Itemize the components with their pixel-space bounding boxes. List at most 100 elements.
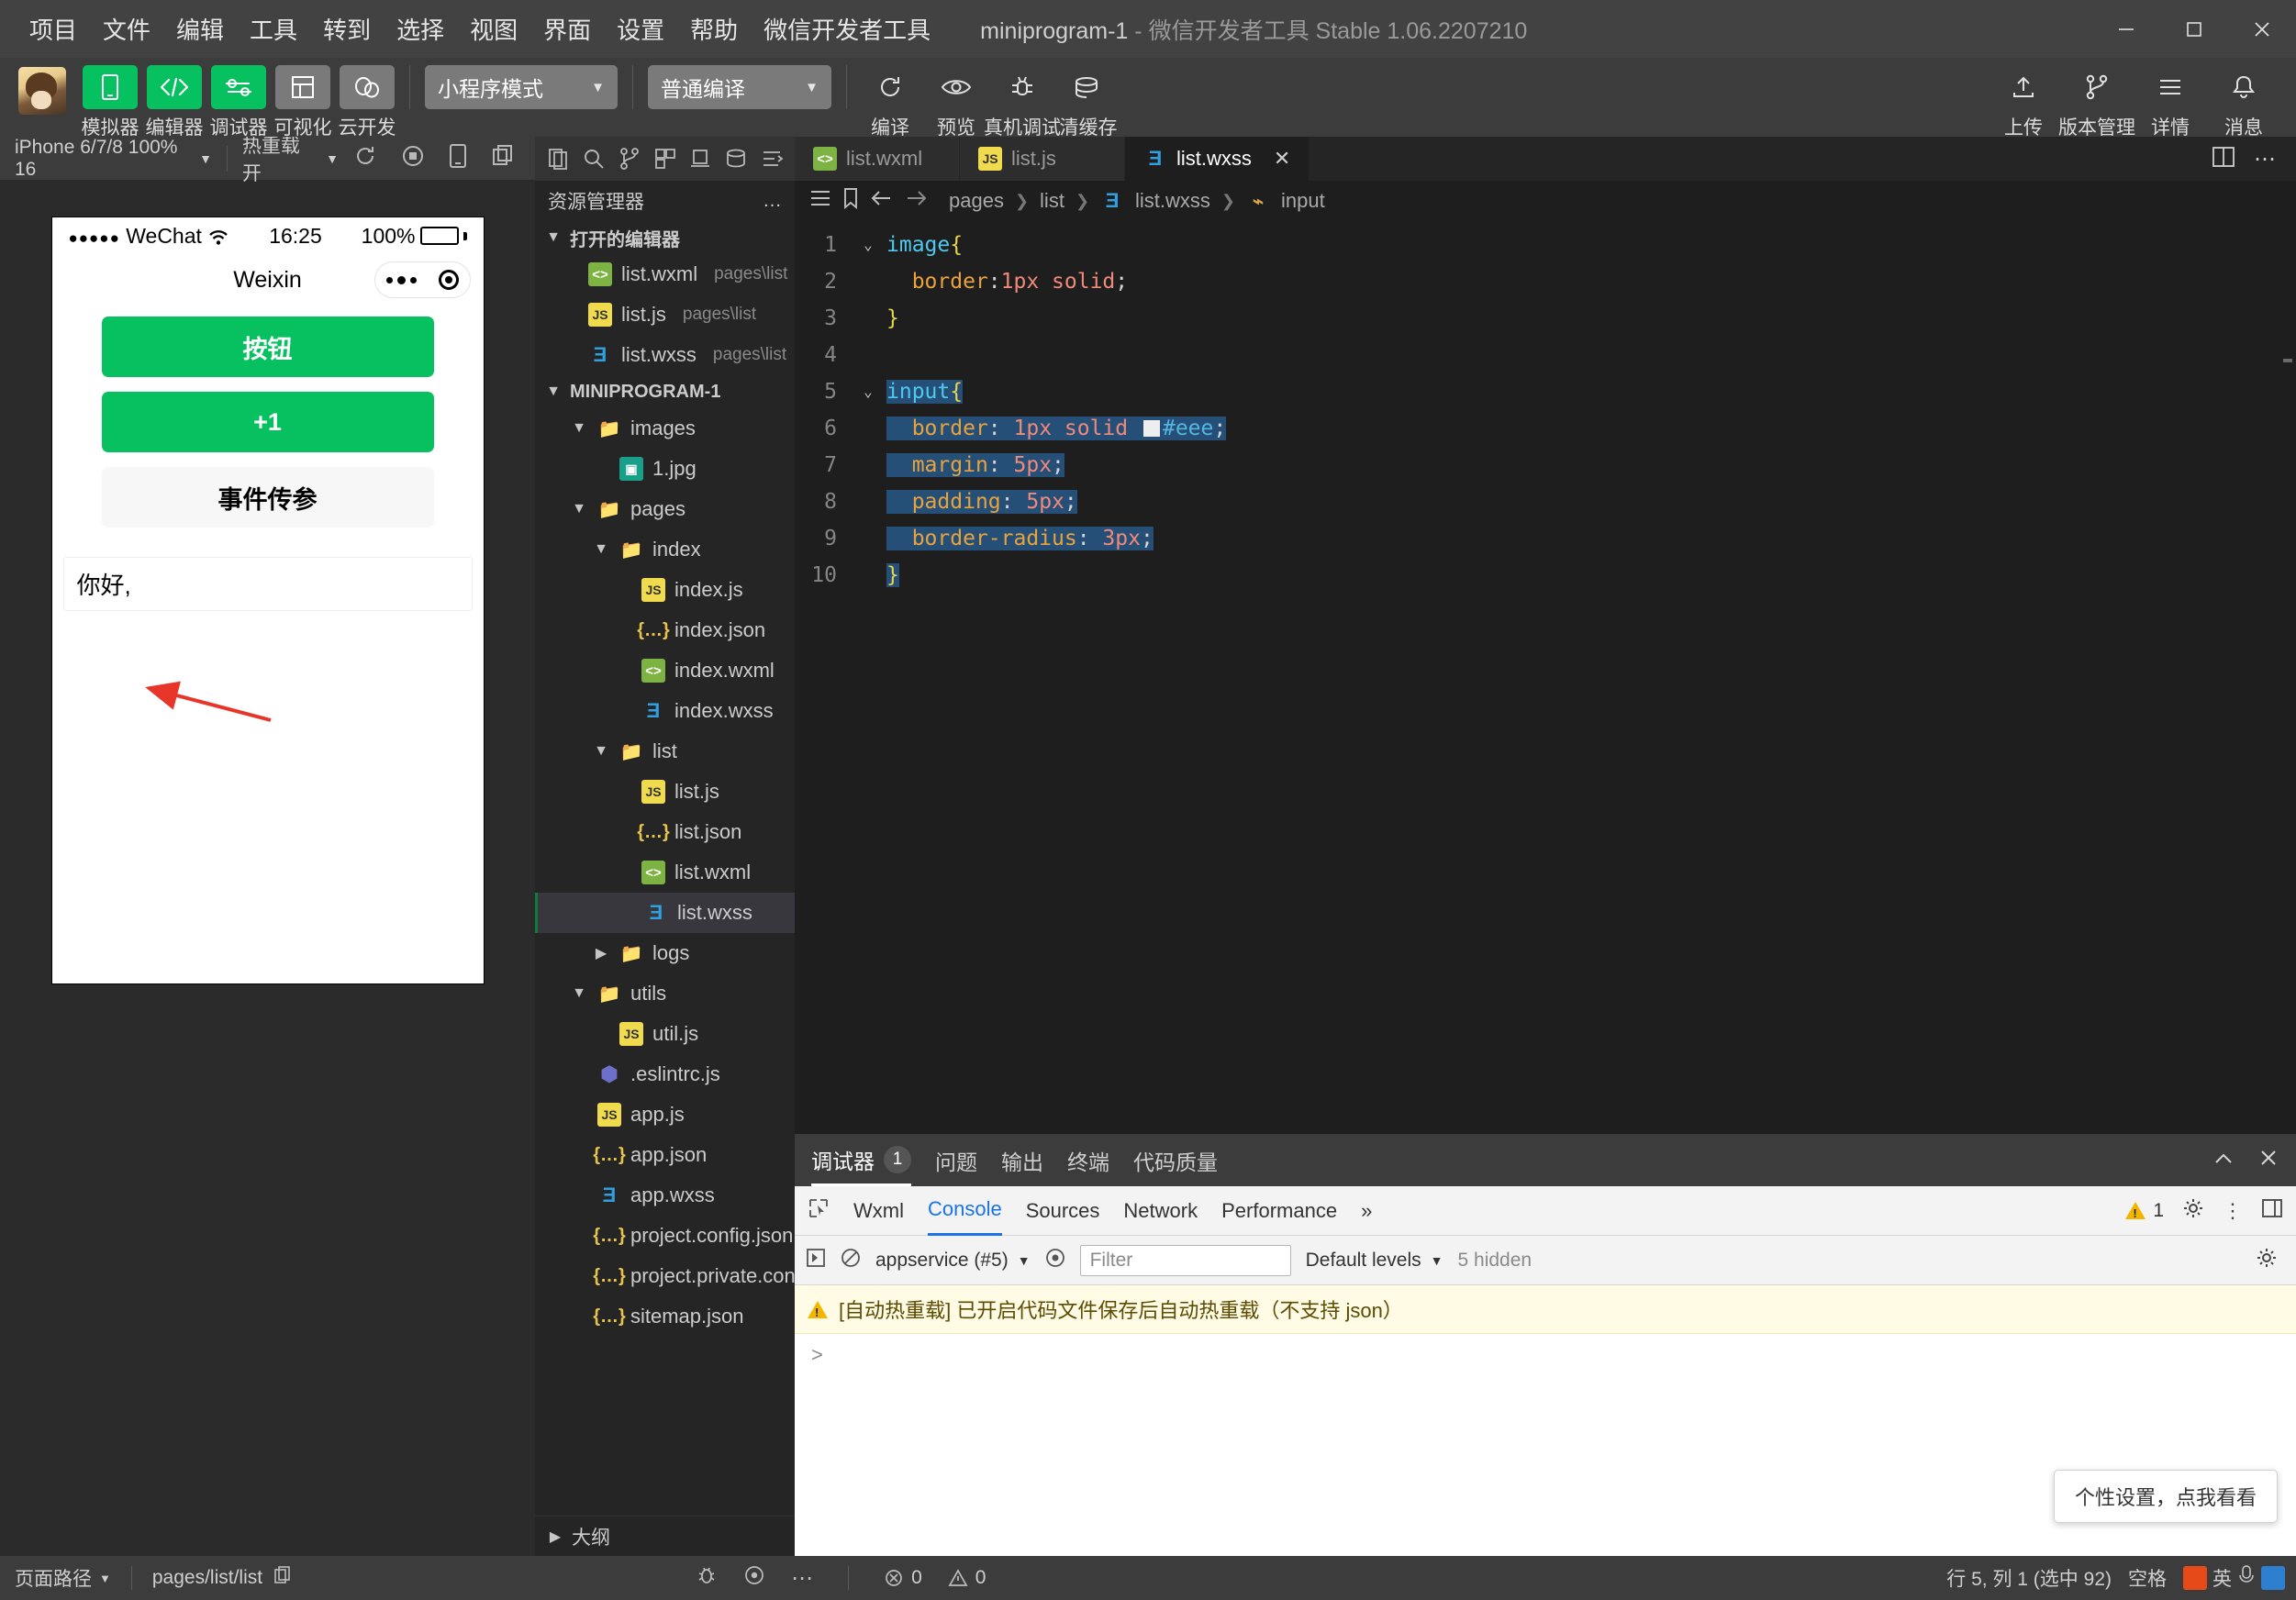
capsule-menu[interactable]: [373, 261, 471, 298]
code-line[interactable]: 7 margin: 5px;: [795, 447, 2296, 483]
eye-icon[interactable]: [1045, 1248, 1065, 1273]
tree-item-pages[interactable]: ▼ 📁 pages: [535, 489, 795, 529]
panel-tab-problems[interactable]: 问题: [935, 1135, 977, 1186]
chevron-up-icon[interactable]: [2212, 1149, 2235, 1173]
split-editor-icon[interactable]: [2212, 146, 2235, 172]
tree-item-project.private.config.json[interactable]: {…}project.private.config.json: [535, 1256, 795, 1296]
breadcrumb-file[interactable]: list.wxss: [1135, 189, 1210, 213]
menu-item-file[interactable]: 文件: [90, 6, 163, 51]
source-control-icon[interactable]: [613, 140, 645, 177]
devtools-tab-performance[interactable]: Performance: [1221, 1186, 1337, 1236]
ime-indicator[interactable]: 英: [2183, 1564, 2285, 1592]
extensions-icon[interactable]: [649, 140, 681, 177]
device-selector[interactable]: iPhone 6/7/8 100% 16 ▼: [0, 137, 227, 181]
console-filter-input[interactable]: Filter: [1079, 1244, 1291, 1276]
record-stop-icon[interactable]: [401, 144, 425, 173]
code-line[interactable]: 3}: [795, 300, 2296, 337]
code-line[interactable]: 9 border-radius: 3px;: [795, 520, 2296, 557]
tab-list-js[interactable]: JS list.js: [960, 137, 1125, 181]
explorer-more-icon[interactable]: …: [763, 190, 782, 212]
devtools-tab-overflow[interactable]: »: [1361, 1186, 1372, 1236]
panel-tab-terminal[interactable]: 终端: [1067, 1135, 1109, 1186]
menu-item-edit[interactable]: 编辑: [163, 6, 237, 51]
breadcrumb-list[interactable]: list: [1040, 189, 1064, 213]
tree-item-list[interactable]: ▼ 📁 list: [535, 731, 795, 772]
menu-item-settings[interactable]: 设置: [604, 6, 677, 51]
code-line[interactable]: 2 border:1px solid;: [795, 263, 2296, 300]
editor-button[interactable]: 编辑器: [146, 65, 204, 139]
scrollbar-marker[interactable]: [2283, 359, 2292, 362]
keyboard-icon[interactable]: [2261, 1566, 2285, 1590]
format-icon[interactable]: [755, 140, 787, 177]
wx-input-field[interactable]: 你好,: [62, 557, 473, 611]
more-actions-icon[interactable]: ⋯: [2254, 146, 2276, 172]
mic-icon[interactable]: [2237, 1564, 2256, 1592]
tree-item-1.jpg[interactable]: ▣ 1.jpg: [535, 449, 795, 489]
tree-item-index.wxss[interactable]: Ǝindex.wxss: [535, 691, 795, 731]
rotate-icon[interactable]: [353, 144, 377, 173]
tree-item-images[interactable]: ▼ 📁 images: [535, 408, 795, 449]
tree-item-logs[interactable]: ▶ 📁 logs: [535, 933, 795, 973]
open-editor-list-wxml[interactable]: <> list.wxml pages\list: [535, 254, 795, 294]
version-control-button[interactable]: 版本管理: [2058, 65, 2135, 139]
tree-item-index.wxml[interactable]: <> index.wxml: [535, 650, 795, 691]
more-dots-icon[interactable]: [385, 275, 417, 284]
close-tab-icon[interactable]: ✕: [1274, 147, 1290, 171]
close-target-icon[interactable]: [438, 270, 459, 290]
tab-list-wxss[interactable]: Ǝ list.wxss ✕: [1125, 137, 1310, 181]
cursor-position[interactable]: 行 5, 列 1 (选中 92): [1946, 1564, 2112, 1592]
devtools-tab-console[interactable]: Console: [927, 1186, 1002, 1236]
error-count[interactable]: 0: [884, 1567, 922, 1589]
tree-item-project.config.json[interactable]: {…} project.config.json: [535, 1216, 795, 1256]
messages-button[interactable]: 消息: [2215, 65, 2272, 139]
encoding-indicator[interactable]: 空格: [2128, 1564, 2167, 1592]
open-editor-list-wxss[interactable]: Ǝ list.wxss pages\list: [535, 335, 795, 375]
tree-item-.eslintrc.js[interactable]: ⬢ .eslintrc.js: [535, 1054, 795, 1094]
compile-select[interactable]: 普通编译 ▼: [648, 65, 831, 109]
code-editor[interactable]: 1 ⌄ image{2 border:1px solid; 3} 4 5 ⌄ input{6 …: [795, 221, 2296, 1134]
device-icon[interactable]: [449, 143, 467, 174]
warning-count[interactable]: 0: [948, 1567, 986, 1589]
code-line[interactable]: 6 border: 1px solid #eee;: [795, 410, 2296, 447]
cloud-db-icon[interactable]: [720, 140, 752, 177]
panel-tab-debugger[interactable]: 调试器 1: [811, 1135, 911, 1186]
code-line[interactable]: 8 padding: 5px;: [795, 483, 2296, 520]
compile-button[interactable]: 编译: [862, 65, 919, 139]
tree-item-list.json[interactable]: {…} list.json: [535, 812, 795, 852]
tree-item-list.wxss[interactable]: Ǝlist.wxss: [535, 893, 795, 933]
project-root-section[interactable]: ▼ MINIPROGRAM-1: [535, 375, 795, 408]
outline-icon[interactable]: [809, 188, 831, 214]
status-more-icon[interactable]: ⋯: [791, 1565, 813, 1592]
back-arrow-icon[interactable]: [870, 188, 894, 214]
close-panel-icon[interactable]: [2257, 1147, 2279, 1174]
menu-item-select[interactable]: 选择: [384, 6, 457, 51]
inspect-icon[interactable]: [808, 1197, 830, 1225]
copy-icon[interactable]: [491, 144, 515, 173]
tree-item-sitemap.json[interactable]: {…} sitemap.json: [535, 1296, 795, 1337]
menu-item-goto[interactable]: 转到: [310, 6, 384, 51]
gear-icon[interactable]: [2182, 1197, 2204, 1225]
visualizer-button[interactable]: 可视化: [274, 65, 332, 139]
tree-item-app.js[interactable]: JS app.js: [535, 1094, 795, 1135]
tree-item-list.js[interactable]: JS list.js: [535, 772, 795, 812]
devtools-tab-wxml[interactable]: Wxml: [853, 1186, 904, 1236]
debugger-button[interactable]: 调试器: [210, 65, 268, 139]
warning-indicator[interactable]: 1: [2125, 1200, 2164, 1222]
open-editor-list-js[interactable]: JS list.js pages\list: [535, 294, 795, 335]
copy-path-icon[interactable]: [273, 1565, 292, 1591]
chevron-down-icon[interactable]: ⌄: [853, 227, 883, 263]
eye-icon[interactable]: [743, 1564, 765, 1592]
preview-button[interactable]: 预览: [928, 65, 985, 139]
chevron-down-icon[interactable]: ⌄: [853, 373, 883, 410]
upload-button[interactable]: 上传: [1995, 65, 2052, 139]
maximize-button[interactable]: [2160, 0, 2228, 58]
more-vertical-icon[interactable]: ⋮: [2223, 1199, 2243, 1223]
tab-list-wxml[interactable]: <> list.wxml: [795, 137, 960, 181]
menu-item-project[interactable]: 项目: [17, 6, 90, 51]
avatar[interactable]: [18, 67, 66, 115]
menu-item-interface[interactable]: 界面: [530, 6, 604, 51]
devtools-tab-sources[interactable]: Sources: [1026, 1186, 1100, 1236]
wx-button-main[interactable]: 按钮: [101, 317, 434, 377]
forward-arrow-icon[interactable]: [905, 188, 929, 214]
real-device-debug-button[interactable]: 真机调试: [984, 65, 1061, 139]
